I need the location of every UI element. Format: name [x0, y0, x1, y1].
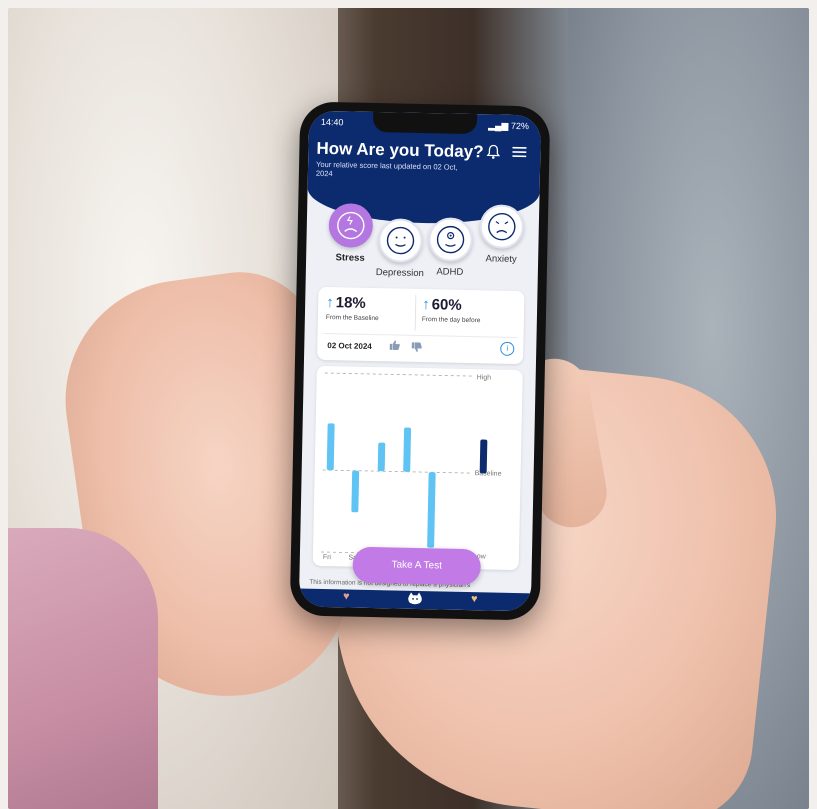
- photo-background: 14:40 ▂▄▆ 72% How Are you Today? Your re…: [8, 8, 809, 809]
- chart-bars: [326, 423, 488, 548]
- hamburger-menu-icon[interactable]: [510, 145, 528, 163]
- sad-face-icon: [479, 204, 525, 250]
- last-updated-text: Your relative score last updated on 02 O…: [315, 159, 458, 179]
- neutral-face-icon: [378, 218, 423, 264]
- thumbs-up-icon[interactable]: [389, 339, 400, 353]
- ref-line-high: [324, 372, 473, 377]
- x-tick-label: Fri: [323, 554, 332, 561]
- stress-chart: High Baseline Low FriSat: [312, 365, 523, 571]
- daybefore-desc: From the day before: [421, 316, 481, 325]
- mood-anxiety[interactable]: Anxiety: [474, 204, 529, 265]
- signal-icon: ▂▄▆: [488, 120, 512, 131]
- take-test-button[interactable]: Take A Test: [352, 546, 482, 586]
- mood-label: Depression: [375, 267, 424, 280]
- daybefore-percent: 60%: [431, 296, 462, 314]
- heart-icon[interactable]: ♥: [471, 593, 478, 605]
- mood-adhd[interactable]: ADHD: [425, 217, 476, 278]
- score-date: 02 Oct 2024: [327, 341, 372, 351]
- ref-label-baseline: Baseline: [475, 470, 502, 478]
- daybefore-stat: ↑ 60% From the day before: [422, 296, 481, 324]
- chart-bar: [326, 423, 335, 471]
- arrow-up-icon: ↑: [326, 294, 334, 312]
- score-card: ↑ 18% From the Baseline ↑ 60% From the day…: [317, 286, 525, 365]
- card-divider: [323, 332, 518, 339]
- status-time: 14:40: [320, 116, 344, 128]
- thumbs-down-icon[interactable]: [411, 342, 422, 356]
- baseline-stat: ↑ 18% From the Baseline: [326, 294, 379, 322]
- mood-depression[interactable]: Depression: [370, 218, 431, 279]
- bottom-nav: ♥ ♥: [298, 588, 532, 612]
- smartphone: 14:40 ▂▄▆ 72% How Are you Today? Your re…: [289, 101, 551, 621]
- stressed-face-icon: [328, 203, 374, 248]
- arrow-up-icon: ↑: [422, 296, 430, 314]
- pink-sleeve: [8, 528, 158, 809]
- mood-label: ADHD: [436, 266, 464, 278]
- stat-divider: [414, 294, 417, 331]
- info-icon[interactable]: i: [500, 341, 515, 356]
- chart-bar: [351, 470, 360, 513]
- mascot-icon[interactable]: [407, 592, 423, 608]
- bell-icon[interactable]: [484, 144, 502, 162]
- page-title: How Are you Today?: [316, 138, 484, 162]
- heart-icon[interactable]: ♥: [343, 590, 350, 602]
- chart-bar: [427, 472, 436, 548]
- chart-bar: [479, 439, 488, 474]
- battery-text: 72%: [510, 120, 530, 132]
- app-screen: 14:40 ▂▄▆ 72% How Are you Today? Your re…: [298, 110, 542, 612]
- baseline-percent: 18%: [335, 294, 366, 312]
- chart-canvas: High Baseline Low FriSat: [320, 372, 502, 562]
- mood-label: Anxiety: [485, 253, 517, 266]
- ref-line-baseline: [322, 469, 471, 474]
- dizzy-face-icon: [428, 217, 474, 263]
- phone-notch: [372, 111, 478, 135]
- chart-bar: [377, 442, 386, 472]
- baseline-desc: From the Baseline: [325, 314, 379, 323]
- ref-label-high: High: [477, 374, 492, 381]
- status-battery: ▂▄▆ 72%: [488, 120, 529, 132]
- chart-bar: [403, 427, 412, 472]
